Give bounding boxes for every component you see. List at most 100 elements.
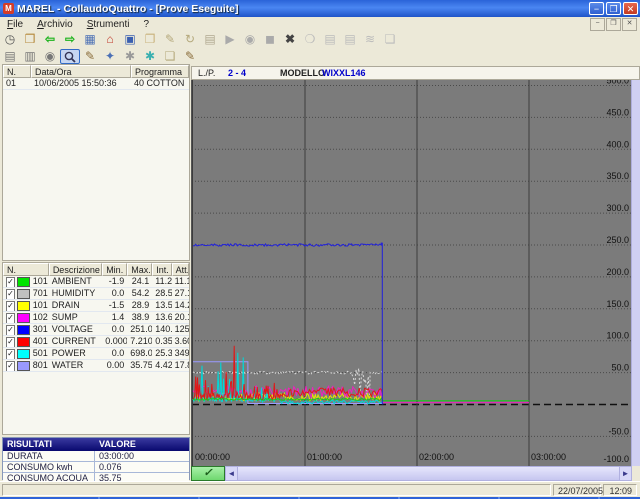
sensor-row[interactable]: ✓101DRAIN-1.528.913.514.2 (3, 300, 189, 312)
gears-icon[interactable]: ✱ (140, 49, 160, 64)
svg-text:50.0: 50.0 (611, 363, 629, 373)
mdi-close-button[interactable]: ✕ (622, 18, 637, 31)
sensor-row[interactable]: ✓102SUMP1.438.913.620.1 (3, 312, 189, 324)
close-button[interactable]: ✕ (623, 2, 638, 15)
lp-label: L./P. (198, 67, 215, 79)
sensor-checkbox[interactable]: ✓ (6, 361, 15, 371)
svg-text:300.0: 300.0 (606, 203, 629, 213)
scrollbar-track[interactable] (238, 466, 619, 481)
test-cell-datetime: 10/06/2005 15:50:36 (31, 78, 131, 89)
printer-alt-icon[interactable]: ▤ (340, 32, 360, 47)
app-icon: M (3, 3, 14, 14)
sensor-color-swatch (17, 313, 30, 323)
sensors-col-header[interactable]: Min. (102, 263, 127, 276)
tests-list: N.Data/OraProgramma 0110/06/2005 15:50:3… (2, 64, 190, 261)
result-row[interactable]: CONSUMO kwh0.076 (3, 462, 189, 473)
computer-icon[interactable]: ▣ (120, 32, 140, 47)
print-preview-icon[interactable]: ▥ (20, 49, 40, 64)
photo-icon[interactable]: ❍ (300, 32, 320, 47)
svg-text:500.0: 500.0 (606, 80, 629, 86)
mdi-window-buttons: −❐✕ (589, 18, 637, 31)
sensor-cell-name: DRAIN (49, 300, 103, 311)
stop-icon[interactable]: ◼ (260, 32, 280, 47)
refresh-page-icon[interactable]: ↻ (180, 32, 200, 47)
timer-icon[interactable]: ◷ (0, 32, 20, 47)
sensor-checkbox[interactable]: ✓ (6, 349, 15, 359)
sensor-row[interactable]: ✓701HUMIDITY0.054.228.527.1 (3, 288, 189, 300)
edit-notes-icon[interactable]: ✎ (180, 49, 200, 64)
sensor-row[interactable]: ✓401CURRENT0.0007.2100.3573.605 (3, 336, 189, 348)
mdi-minimize-button[interactable]: − (590, 18, 605, 31)
log-book-icon[interactable]: ❒ (20, 32, 40, 47)
delete-icon[interactable]: ✖ (280, 32, 300, 47)
sensors-col-header[interactable]: Int. (152, 263, 171, 276)
menu-item-strumenti[interactable]: Strumenti (80, 19, 137, 30)
sensor-checkbox[interactable]: ✓ (6, 289, 15, 299)
sensor-row[interactable]: ✓801WATER0.0035.754.4217.88 (3, 360, 189, 372)
menu-item-help[interactable]: ? (137, 19, 157, 30)
sensor-checkbox[interactable]: ✓ (6, 325, 15, 335)
svg-text:450.0: 450.0 (606, 107, 629, 117)
sensor-cell-max: 24.1 (127, 276, 152, 287)
print-icon[interactable]: ▤ (0, 49, 20, 64)
sensor-checkbox[interactable]: ✓ (6, 277, 15, 287)
sensor-cell-int: 13.6 (152, 312, 171, 323)
accept-button[interactable]: ✓ (191, 466, 225, 481)
scrollbar-corner (632, 466, 640, 481)
sensor-checkbox[interactable]: ✓ (6, 301, 15, 311)
minimize-button[interactable]: − (589, 2, 604, 15)
sensor-channel: 102 (33, 312, 48, 323)
printer-icon[interactable]: ▤ (320, 32, 340, 47)
toolbar-secondary: ▤▥◉✎✦✱✱❏✎ (0, 48, 640, 64)
zoom-icon[interactable] (60, 49, 80, 64)
sensor-cell-att: 125.5 (172, 324, 189, 335)
sensors-col-header[interactable]: Descrizione (49, 263, 102, 276)
sensor-checkbox[interactable]: ✓ (6, 337, 15, 347)
lock-icon[interactable]: ◉ (240, 32, 260, 47)
scroll-right-arrow[interactable]: ► (619, 466, 632, 481)
play-icon[interactable]: ▶ (220, 32, 240, 47)
result-row[interactable]: DURATA03:00:00 (3, 451, 189, 462)
sensor-cell-min: 0.0 (102, 324, 127, 335)
home-icon[interactable]: ⌂ (100, 32, 120, 47)
open-folder-icon[interactable]: ❐ (140, 32, 160, 47)
key-icon[interactable]: ✦ (100, 49, 120, 64)
results-col-header: VALORE (95, 438, 189, 451)
maximize-button[interactable]: ❐ (606, 2, 621, 15)
sensor-cell-max: 28.9 (127, 300, 152, 311)
gear-icon[interactable]: ✱ (120, 49, 140, 64)
sensor-cell-att: 14.2 (172, 300, 189, 311)
scroll-left-arrow[interactable]: ◄ (225, 466, 238, 481)
back-icon[interactable]: ⇦ (40, 32, 60, 47)
scrollbar-thumb[interactable] (238, 467, 619, 480)
sensor-checkbox[interactable]: ✓ (6, 313, 15, 323)
chart-svg: 500.0450.0400.0350.0300.0250.0200.0150.0… (192, 80, 632, 466)
report-check-icon[interactable]: ❏ (380, 32, 400, 47)
sensor-row[interactable]: ✓301VOLTAGE0.0251.0140.4125.5 (3, 324, 189, 336)
controller-icon[interactable]: ≋ (360, 32, 380, 47)
sensor-row[interactable]: ✓101AMBIENT-1.924.111.211.1 (3, 276, 189, 288)
sensors-col-header[interactable]: Max. (127, 263, 152, 276)
forward-icon[interactable]: ⇨ (60, 32, 80, 47)
export-print-icon[interactable]: ▤ (200, 32, 220, 47)
sensors-col-header[interactable]: Att. (172, 263, 189, 276)
tests-col-header[interactable]: Programma (131, 65, 189, 78)
mdi-restore-button[interactable]: ❐ (606, 18, 621, 31)
sensor-color-swatch (17, 325, 30, 335)
camera-icon[interactable]: ◉ (40, 49, 60, 64)
pencil-tools-icon[interactable]: ✎ (80, 49, 100, 64)
tests-col-header[interactable]: Data/Ora (31, 65, 131, 78)
sensor-channel: 101 (33, 276, 48, 287)
tests-col-header[interactable]: N. (3, 65, 31, 78)
sensors-col-header[interactable]: N. (3, 263, 49, 276)
sensor-color-swatch (17, 277, 30, 287)
menu-item-file[interactable]: File (0, 19, 30, 30)
chart-vertical-scrollbar[interactable] (631, 80, 640, 466)
test-row[interactable]: 0110/06/2005 15:50:3640 COTTON (3, 78, 189, 90)
menu-item-archivio[interactable]: Archivio (30, 19, 80, 30)
sensor-row[interactable]: ✓501POWER0.0698.025.3349.0 (3, 348, 189, 360)
svg-text:03:00:00: 03:00:00 (531, 452, 566, 462)
edit-page-icon[interactable]: ✎ (160, 32, 180, 47)
notes-icon[interactable]: ❏ (160, 49, 180, 64)
grid-view-icon[interactable]: ▦ (80, 32, 100, 47)
